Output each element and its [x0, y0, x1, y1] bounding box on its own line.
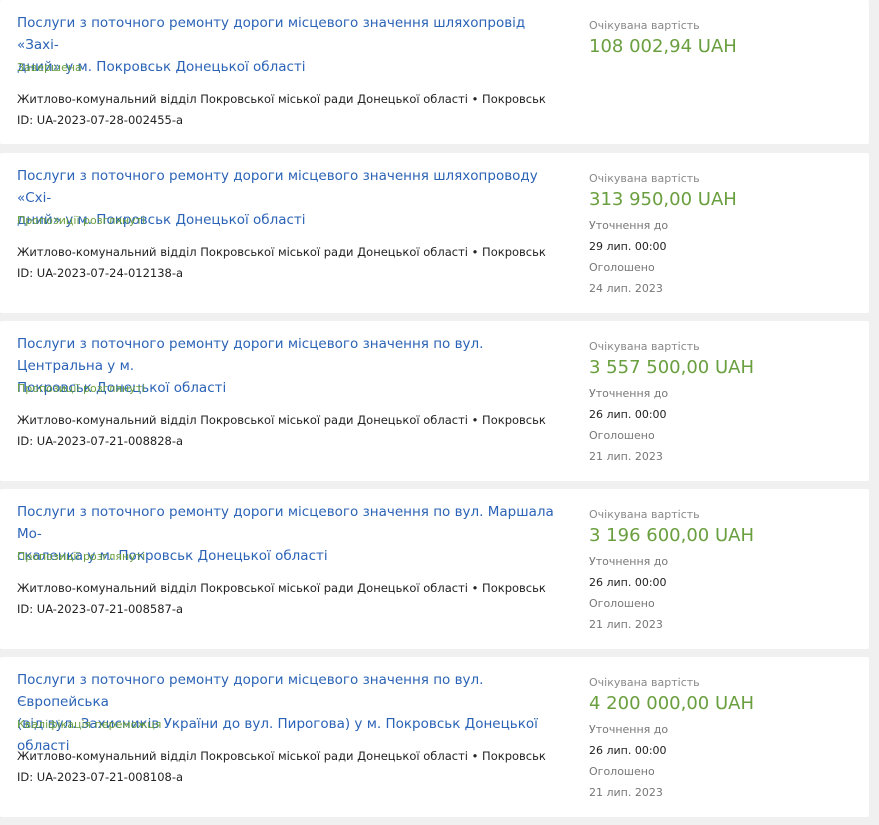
expected-value-label: Очікувана вартість [589, 676, 700, 689]
clarification-date: 29 лип. 00:00 [589, 240, 667, 253]
tender-card: Послуги з поточного ремонту дороги місце… [0, 153, 869, 313]
tender-meta: Очікувана вартість 108 002,94 UAH [589, 19, 849, 59]
tender-title-link[interactable]: Послуги з поточного ремонту дороги місце… [17, 12, 565, 78]
tender-meta: Очікувана вартість 313 950,00 UAH Уточне… [589, 172, 849, 296]
tender-list: Послуги з поточного ремонту дороги місце… [0, 0, 879, 825]
expected-value-amount: 108 002,94 UAH [589, 36, 737, 57]
organization-name: Житлово-комунальний відділ Покровської м… [17, 749, 546, 763]
tender-id: ID: UA-2023-07-21-008828-a [17, 434, 184, 448]
clarification-label: Уточнення до [589, 555, 669, 568]
tender-title-line: Послуги з поточного ремонту дороги місце… [17, 15, 526, 53]
tender-title-line: Послуги з поточного ремонту дороги місце… [17, 504, 554, 542]
announced-label: Оголошено [589, 261, 655, 274]
tender-id: ID: UA-2023-07-21-008587-a [17, 602, 184, 616]
tender-card: Послуги з поточного ремонту дороги місце… [0, 0, 869, 144]
tender-title-line: Послуги з поточного ремонту дороги місце… [17, 336, 484, 374]
status-badge: Завершена [17, 61, 82, 74]
tender-id: ID: UA-2023-07-21-008108-a [17, 770, 184, 784]
tender-meta: Очікувана вартість 3 196 600,00 UAH Уточ… [589, 508, 849, 632]
announced-label: Оголошено [589, 429, 655, 442]
announced-date: 21 лип. 2023 [589, 618, 663, 631]
tender-title-link[interactable]: Послуги з поточного ремонту дороги місце… [17, 669, 565, 757]
expected-value-label: Очікувана вартість [589, 340, 700, 353]
clarification-date: 26 лип. 00:00 [589, 576, 667, 589]
expected-value-amount: 3 196 600,00 UAH [589, 525, 754, 546]
tender-card: Послуги з поточного ремонту дороги місце… [0, 657, 869, 817]
expected-value-label: Очікувана вартість [589, 508, 700, 521]
clarification-label: Уточнення до [589, 219, 669, 232]
expected-value-label: Очікувана вартість [589, 172, 700, 185]
announced-label: Оголошено [589, 597, 655, 610]
expected-value-amount: 3 557 500,00 UAH [589, 357, 754, 378]
clarification-label: Уточнення до [589, 723, 669, 736]
organization-name: Житлово-комунальний відділ Покровської м… [17, 581, 546, 595]
tender-card: Послуги з поточного ремонту дороги місце… [0, 321, 869, 481]
organization-name: Житлово-комунальний відділ Покровської м… [17, 92, 546, 106]
status-badge: Пропозиції розглянуті [17, 550, 146, 563]
tender-card: Послуги з поточного ремонту дороги місце… [0, 489, 869, 649]
tender-title-line: Послуги з поточного ремонту дороги місце… [17, 672, 484, 710]
clarification-date: 26 лип. 00:00 [589, 408, 667, 421]
tender-title-line: Послуги з поточного ремонту дороги місце… [17, 168, 538, 206]
announced-date: 24 лип. 2023 [589, 282, 663, 295]
announced-label: Оголошено [589, 765, 655, 778]
status-badge: Кваліфікація переможця [17, 718, 162, 731]
clarification-label: Уточнення до [589, 387, 669, 400]
tender-id: ID: UA-2023-07-28-002455-a [17, 113, 184, 127]
expected-value-label: Очікувана вартість [589, 19, 700, 32]
status-badge: Пропозиції розглянуті [17, 382, 146, 395]
expected-value-amount: 4 200 000,00 UAH [589, 693, 754, 714]
organization-name: Житлово-комунальний відділ Покровської м… [17, 245, 546, 259]
announced-date: 21 лип. 2023 [589, 786, 663, 799]
tender-meta: Очікувана вартість 3 557 500,00 UAH Уточ… [589, 340, 849, 464]
status-badge: Пропозиції розглянуті [17, 214, 146, 227]
organization-name: Житлово-комунальний відділ Покровської м… [17, 413, 546, 427]
clarification-date: 26 лип. 00:00 [589, 744, 667, 757]
announced-date: 21 лип. 2023 [589, 450, 663, 463]
tender-meta: Очікувана вартість 4 200 000,00 UAH Уточ… [589, 676, 849, 800]
tender-id: ID: UA-2023-07-24-012138-a [17, 266, 184, 280]
expected-value-amount: 313 950,00 UAH [589, 189, 737, 210]
